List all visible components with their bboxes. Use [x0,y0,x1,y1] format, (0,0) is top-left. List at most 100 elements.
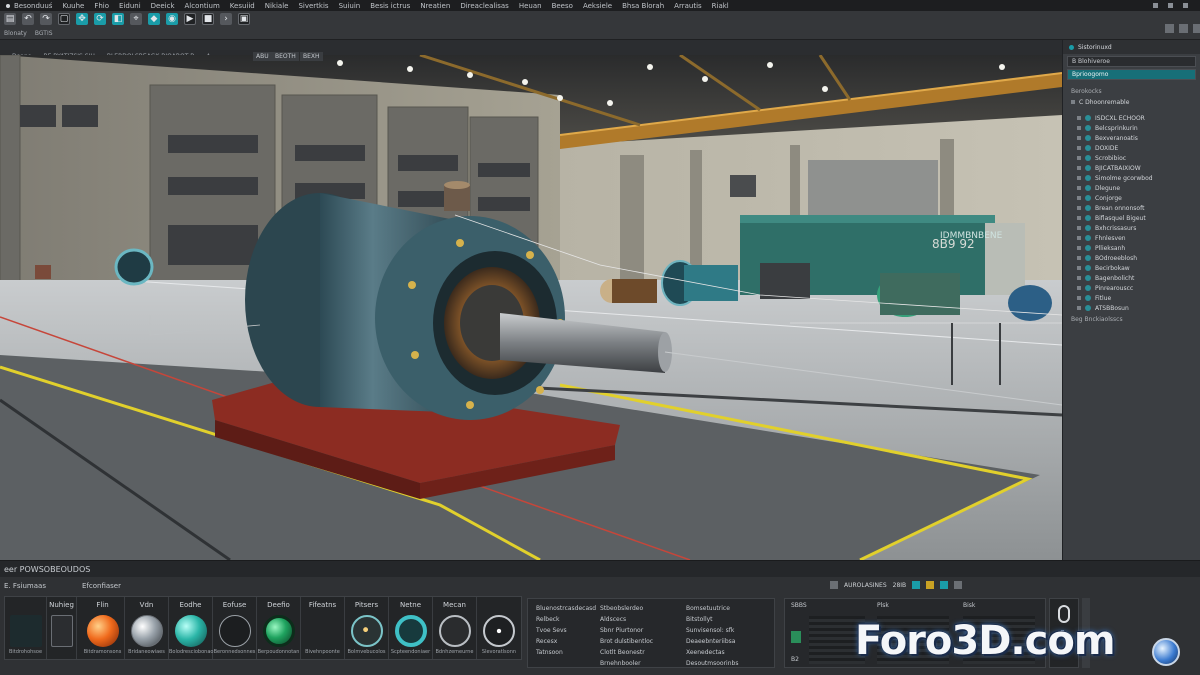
panel-icon[interactable] [1193,24,1200,33]
material-slot[interactable]: Pitsers Bolmvebucolos [345,597,389,659]
material-slot[interactable]: Eodhe Bolodresciobonao [169,597,213,659]
menu-item[interactable]: Besonduuś [14,2,52,10]
outliner-item[interactable]: Belcsprinkurin [1063,123,1200,133]
chevron-right-icon[interactable]: › [220,13,232,25]
menu-item[interactable]: Nikiale [265,2,289,10]
settings-icon[interactable] [1179,24,1188,33]
grid-icon[interactable] [830,581,838,589]
visibility-icon[interactable] [1077,206,1081,210]
tab-configure[interactable]: Efconfiaser [82,582,121,590]
refresh-icon[interactable] [940,581,949,589]
outliner-item[interactable]: Simolme gcorwbod [1063,173,1200,183]
menu-item[interactable]: Nreatien [420,2,450,10]
visibility-icon[interactable] [1077,136,1081,140]
viewport-chip[interactable]: BEOTH [272,52,299,61]
play-icon[interactable]: ▶ [184,13,196,25]
menu-item[interactable]: Kuuhe [62,2,84,10]
grid-toggle-icon[interactable] [954,581,963,589]
menu-item[interactable]: Suiuin [339,2,361,10]
chevron-left-icon[interactable] [50,615,73,647]
viewport-chip[interactable]: ABU [253,52,272,61]
menu-item[interactable]: Bhsa Blorah [622,2,664,10]
toolbar-sub-label[interactable]: BGTIS [35,30,53,37]
material-slot[interactable]: Mecan Bdnhzemeurne [433,597,477,659]
material-slot[interactable]: Slevoratlsonn [477,597,521,659]
outliner-item[interactable]: Dlegune [1063,183,1200,193]
menu-item[interactable]: Riakl [712,2,729,10]
outliner-item[interactable]: Bagenbolicht [1063,273,1200,283]
camera-icon[interactable] [912,581,921,589]
visibility-icon[interactable] [1077,286,1081,290]
visibility-icon[interactable] [1077,176,1081,180]
new-file-icon[interactable]: ▤ [4,13,16,25]
app-icon[interactable] [6,3,10,8]
visibility-icon[interactable] [1077,236,1081,240]
material-slot[interactable]: Bitdrohohsoe [5,597,47,659]
menu-item[interactable]: Fhio [94,2,109,10]
undo-icon[interactable]: ↶ [22,13,34,25]
visibility-icon[interactable] [1077,156,1081,160]
visibility-icon[interactable] [1077,296,1081,300]
light-icon[interactable] [926,581,935,589]
outliner-item[interactable]: Pinrearouscc [1063,283,1200,293]
menu-item[interactable]: Heuan [519,2,542,10]
visibility-icon[interactable] [1077,256,1081,260]
visibility-icon[interactable] [1077,186,1081,190]
outliner-item[interactable]: BOdroeeblosh [1063,253,1200,263]
outliner-item[interactable]: Scrobibioc [1063,153,1200,163]
scale-icon[interactable]: ◧ [112,13,124,25]
outliner-item[interactable]: Conjorge [1063,193,1200,203]
mesh-icon[interactable]: ◆ [148,13,160,25]
render-icon[interactable]: ▣ [238,13,250,25]
collapse-icon[interactable] [1071,100,1075,104]
outliner-item[interactable]: ISDCXL ECHOOR [1063,113,1200,123]
material-slot[interactable]: Netne Scpteendoniaer [389,597,433,659]
visibility-icon[interactable] [1077,266,1081,270]
outliner-item[interactable]: Fitlue [1063,293,1200,303]
visibility-icon[interactable] [1077,116,1081,120]
visibility-icon[interactable] [1077,226,1081,230]
outliner-item[interactable]: DOXIDE [1063,143,1200,153]
visibility-icon[interactable] [1077,306,1081,310]
menu-item[interactable]: Sivertkis [298,2,328,10]
outliner-item[interactable]: BJICATBAIXIOW [1063,163,1200,173]
outliner-item[interactable]: Fhnlesven [1063,233,1200,243]
redo-icon[interactable]: ↷ [40,13,52,25]
outliner-root[interactable]: C Dhoonremable [1063,97,1200,107]
menu-item[interactable]: Direaclealisas [460,2,509,10]
viewport-chip[interactable]: BEXH [300,52,323,61]
layout-icon[interactable] [1165,24,1174,33]
menu-item[interactable]: Kesuiid [230,2,255,10]
material-slot[interactable]: Flin Bitdramonsons [81,597,125,659]
menu-item[interactable]: Eiduni [119,2,141,10]
outliner-field[interactable]: B Blohiveroe [1067,56,1196,67]
stop-icon[interactable]: ■ [202,13,214,25]
visibility-icon[interactable] [1077,126,1081,130]
menu-item[interactable]: Beeso [552,2,573,10]
menu-item[interactable]: Alcontium [185,2,220,10]
material-slot[interactable]: Vdn Bridaneowiaes [125,597,169,659]
material-slot[interactable]: Eofuse Beronnedsonnes [213,597,257,659]
material-slot[interactable]: Deefio Berpoudonnotan [257,597,301,659]
outliner-item[interactable]: Pllieksanh [1063,243,1200,253]
menu-item[interactable]: Deeick [151,2,175,10]
3d-viewport[interactable]: 8B9 92 IDMMBNBENE [0,55,1062,560]
menu-item[interactable]: Aeksiele [583,2,612,10]
visibility-icon[interactable] [1077,146,1081,150]
material-slot[interactable]: Nuhieg [47,597,77,659]
menu-item[interactable]: Besis ictrus [370,2,410,10]
material-slot[interactable]: Fifeatns Bivehnpoonte [301,597,345,659]
visibility-icon[interactable] [1077,166,1081,170]
move-icon[interactable]: ✥ [76,13,88,25]
visibility-icon[interactable] [1077,216,1081,220]
outliner-item[interactable]: Bxhcrissasurs [1063,223,1200,233]
menu-item[interactable]: Arrautis [674,2,701,10]
select-icon[interactable]: ▢ [58,13,70,25]
minimize-icon[interactable] [1153,3,1158,8]
rotate-icon[interactable]: ⟳ [94,13,106,25]
outliner-item[interactable]: Biflasquel Bigeut [1063,213,1200,223]
visibility-icon[interactable] [1077,246,1081,250]
maximize-icon[interactable] [1168,3,1173,8]
tab-materials[interactable]: E. Fsiumaas [4,582,46,590]
material-icon[interactable]: ◉ [166,13,178,25]
